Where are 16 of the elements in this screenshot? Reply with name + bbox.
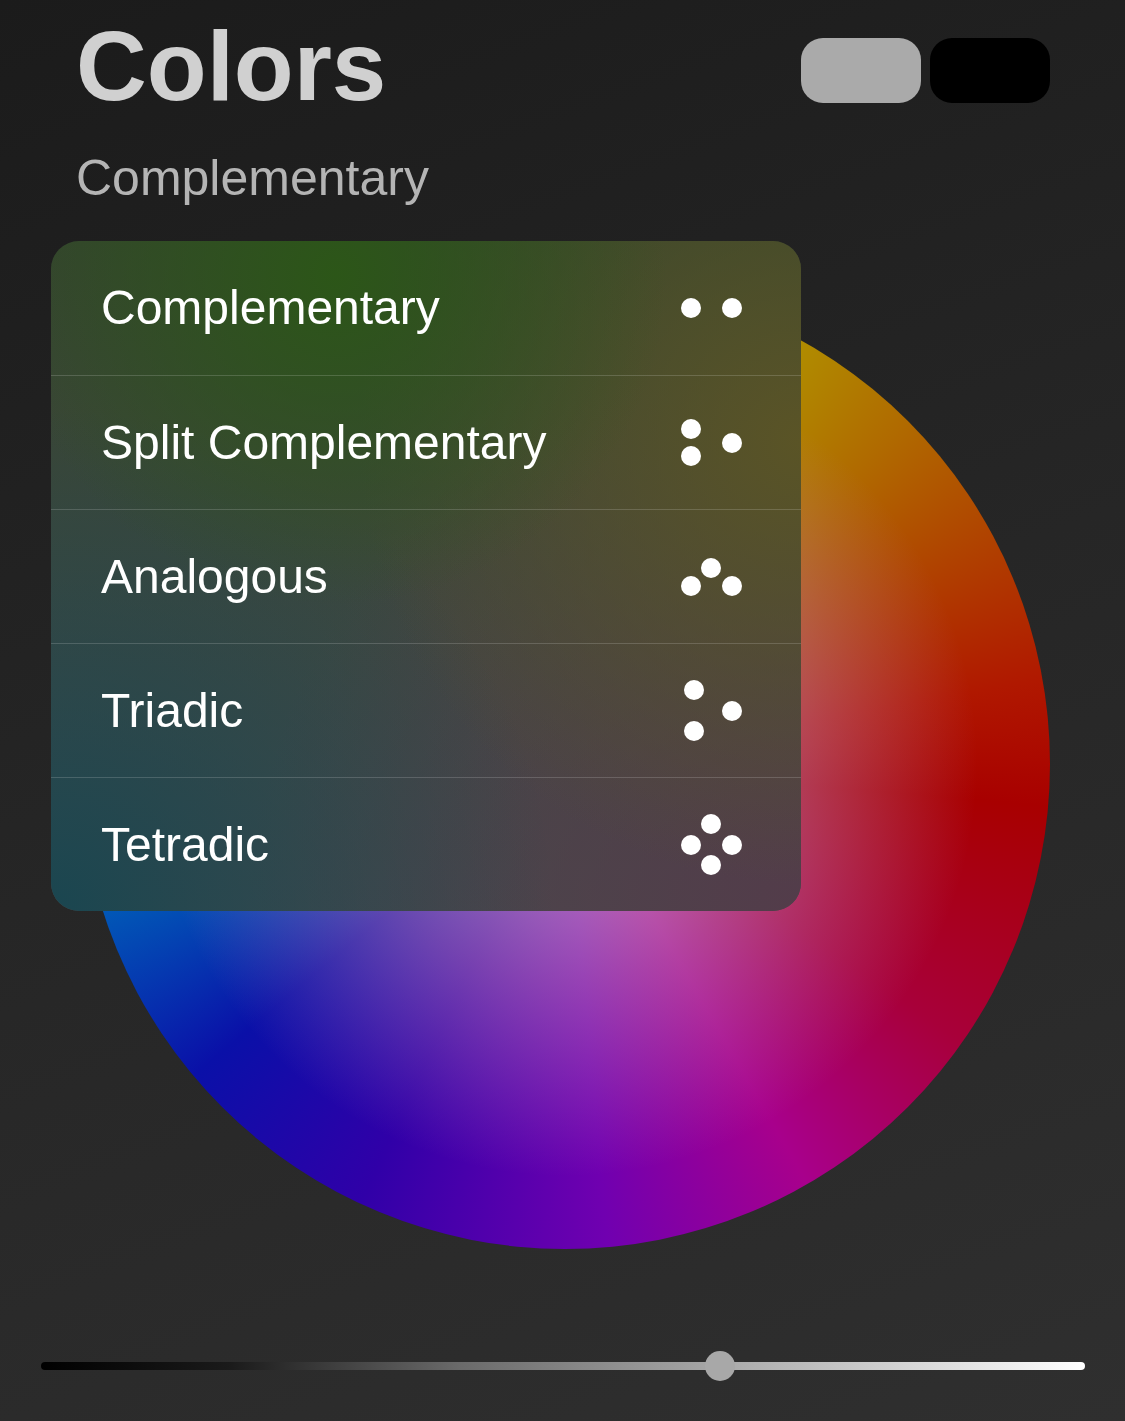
harmony-label: Complementary	[76, 153, 429, 203]
color-swatch[interactable]	[930, 38, 1050, 103]
four-dots-icon	[681, 814, 742, 875]
three-dots-icon	[684, 680, 742, 741]
two-dots-icon	[681, 298, 742, 318]
menu-item[interactable]: Complementary	[51, 241, 801, 375]
menu-item[interactable]: Split Complementary	[51, 375, 801, 509]
three-dots-icon	[681, 557, 742, 596]
menu-item[interactable]: Tetradic	[51, 777, 801, 911]
menu-item[interactable]: Triadic	[51, 643, 801, 777]
three-dots-icon	[681, 419, 742, 466]
menu-item[interactable]: Analogous	[51, 509, 801, 643]
brightness-slider[interactable]	[41, 1351, 1085, 1381]
page-title: Colors	[76, 17, 387, 115]
color-swatch[interactable]	[801, 38, 921, 103]
slider-thumb[interactable]	[704, 1351, 735, 1381]
